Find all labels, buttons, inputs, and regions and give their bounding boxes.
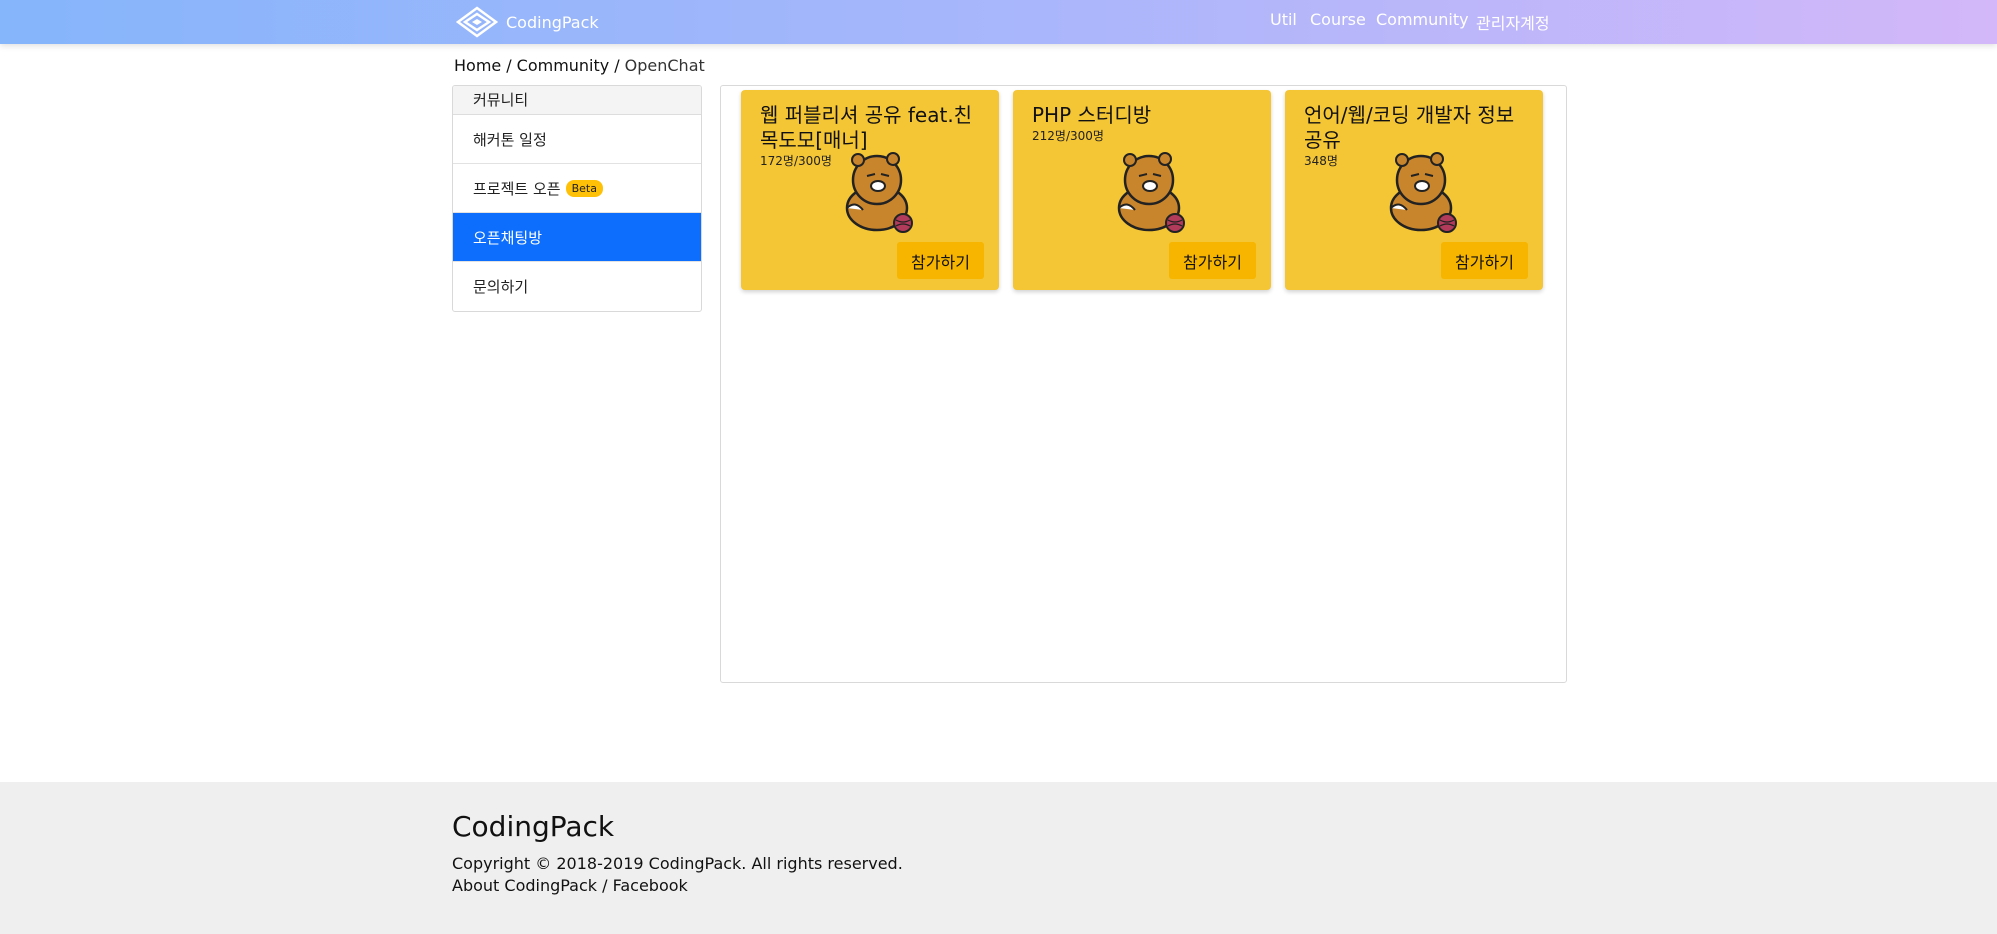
footer-separator: / bbox=[602, 876, 608, 895]
card-title: PHP 스터디방 212명/300명 bbox=[1032, 103, 1257, 144]
brand-link[interactable]: CodingPack bbox=[456, 5, 599, 39]
breadcrumb-separator: / bbox=[506, 56, 512, 75]
chat-room-card: PHP 스터디방 212명/300명 참가하기 bbox=[1013, 90, 1271, 290]
card-title-text: 언어/웹/코딩 개발자 정보공유 bbox=[1304, 103, 1515, 152]
sidebar-item-label: 프로젝트 오픈 bbox=[473, 179, 561, 198]
card-title-text: 웹 퍼블리셔 공유 feat.친목도모[매너] bbox=[760, 103, 973, 152]
nav-link-admin-account[interactable]: 관리자계정 bbox=[1476, 10, 1550, 34]
chat-room-card: 언어/웹/코딩 개발자 정보공유 348명 참가하기 bbox=[1285, 90, 1543, 290]
footer-brand: CodingPack bbox=[452, 810, 615, 843]
bear-character-icon bbox=[1117, 152, 1185, 233]
join-button[interactable]: 참가하기 bbox=[1441, 242, 1528, 279]
footer-link-about[interactable]: About CodingPack bbox=[452, 876, 597, 895]
breadcrumb-separator: / bbox=[614, 56, 620, 75]
join-button[interactable]: 참가하기 bbox=[1169, 242, 1256, 279]
sidebar-header: 커뮤니티 bbox=[453, 86, 701, 115]
card-title-text: PHP 스터디방 bbox=[1032, 103, 1152, 127]
footer-copyright: Copyright © 2018-2019 CodingPack. All ri… bbox=[452, 854, 903, 873]
community-sidebar: 커뮤니티 해커톤 일정 프로젝트 오픈 Beta 오픈채팅방 문의하기 bbox=[452, 85, 702, 312]
nav-link-course[interactable]: Course bbox=[1310, 10, 1366, 29]
sidebar-item-open-chat[interactable]: 오픈채팅방 bbox=[453, 213, 701, 262]
top-navbar: CodingPack Util Course Community 관리자계정 bbox=[0, 0, 1997, 44]
sidebar-item-hackathon-schedule[interactable]: 해커톤 일정 bbox=[453, 115, 701, 164]
breadcrumb-home[interactable]: Home bbox=[454, 56, 501, 75]
breadcrumb: Home / Community / OpenChat bbox=[454, 56, 705, 75]
nav-link-util[interactable]: Util bbox=[1270, 10, 1297, 29]
breadcrumb-current: OpenChat bbox=[624, 56, 705, 75]
bear-character-icon bbox=[1389, 152, 1457, 233]
bear-character-icon bbox=[845, 152, 913, 233]
breadcrumb-community[interactable]: Community bbox=[517, 56, 610, 75]
footer-links: About CodingPack / Facebook bbox=[452, 876, 688, 895]
member-count: 212명/300명 bbox=[1032, 129, 1104, 143]
sidebar-item-project-open[interactable]: 프로젝트 오픈 Beta bbox=[453, 164, 701, 213]
footer-link-facebook[interactable]: Facebook bbox=[613, 876, 688, 895]
chat-room-card: 웹 퍼블리셔 공유 feat.친목도모[매너] 172명/300명 참가하기 bbox=[741, 90, 999, 290]
sidebar-item-label: 해커톤 일정 bbox=[473, 130, 547, 149]
brand-name: CodingPack bbox=[506, 12, 599, 32]
nav-link-community[interactable]: Community bbox=[1376, 10, 1469, 29]
sidebar-item-inquiry[interactable]: 문의하기 bbox=[453, 262, 701, 311]
page-footer: CodingPack Copyright © 2018-2019 CodingP… bbox=[0, 782, 1997, 934]
sidebar-item-label: 오픈채팅방 bbox=[473, 228, 543, 247]
beta-badge: Beta bbox=[565, 179, 603, 197]
join-button[interactable]: 참가하기 bbox=[897, 242, 984, 279]
codingpack-logo-icon bbox=[456, 6, 498, 38]
sidebar-item-label: 문의하기 bbox=[473, 278, 529, 296]
